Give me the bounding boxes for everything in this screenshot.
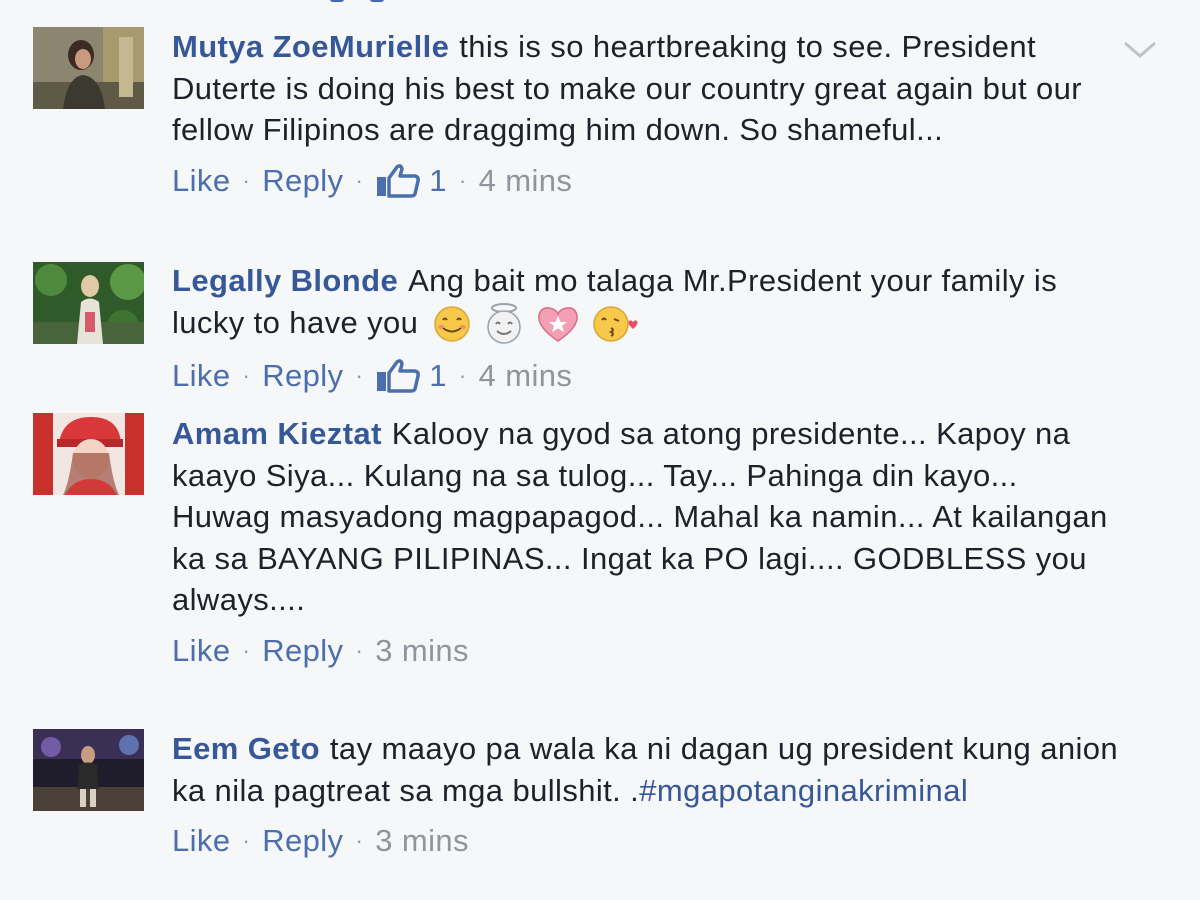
timestamp: 4 mins [478, 358, 573, 394]
separator: · [242, 637, 251, 663]
angel-face-emoji [487, 303, 522, 345]
heart-star-emoji [538, 307, 579, 343]
author-name[interactable]: Mutya ZoeMurielle [172, 29, 449, 64]
reply-link[interactable]: Reply [262, 631, 343, 671]
hashtag-link[interactable]: #mgapotanginakriminal [639, 773, 968, 808]
reaction-count[interactable]: 1 [375, 356, 447, 396]
comment-body: Mutya ZoeMurielle this is so heartbreakin… [172, 26, 1122, 201]
separator: · [458, 363, 467, 389]
chevron-down-icon[interactable] [1122, 40, 1158, 60]
comment-actions: Like · Reply · 3 mins [172, 821, 1122, 861]
comment-text: Amam Kieztat Kalooy na gyod sa atong pres… [172, 413, 1122, 621]
separator: · [242, 363, 251, 389]
author-name[interactable]: Eem Geto [172, 731, 320, 766]
comment-actions: Like · Reply · 1 · 4 mins [172, 356, 1122, 396]
reaction-count[interactable]: 1 [375, 161, 447, 201]
comment-actions: Like · Reply · 1 · 4 mins [172, 161, 1122, 201]
comment-body: Eem Geto tay maayo pa wala ka ni dagan ug… [172, 728, 1122, 861]
comment-text: Eem Geto tay maayo pa wala ka ni dagan ug… [172, 728, 1122, 811]
reaction-count-value: 1 [429, 162, 447, 198]
timestamp: 3 mins [375, 632, 469, 668]
kissing-face-emoji [593, 306, 638, 343]
timestamp: 4 mins [478, 162, 573, 198]
smiling-face-emoji [434, 306, 471, 343]
previous-comment-remnant [330, 0, 390, 4]
reply-link[interactable]: Reply [262, 821, 343, 861]
timestamp: 3 mins [375, 823, 469, 858]
thumbs-up-icon [377, 359, 421, 394]
comment-text: Mutya ZoeMurielle this is so heartbreakin… [172, 26, 1122, 151]
separator: · [355, 363, 364, 389]
like-link[interactable]: Like [172, 821, 230, 861]
like-link[interactable]: Like [172, 161, 230, 201]
comment-body: Legally Blonde Ang bait mo talaga Mr.Pres… [172, 260, 1122, 396]
separator: · [242, 828, 251, 853]
comment-text: Legally Blonde Ang bait mo talaga Mr.Pres… [172, 260, 1122, 346]
avatar[interactable] [33, 262, 144, 344]
author-name[interactable]: Legally Blonde [172, 263, 398, 298]
thumbs-up-icon [377, 163, 421, 198]
like-link[interactable]: Like [172, 631, 230, 671]
author-name[interactable]: Amam Kieztat [172, 416, 382, 451]
comment-actions: Like · Reply · 3 mins [172, 631, 1122, 671]
reply-link[interactable]: Reply [262, 356, 343, 396]
separator: · [242, 167, 251, 193]
comment-body: Amam Kieztat Kalooy na gyod sa atong pres… [172, 413, 1122, 671]
avatar[interactable] [33, 27, 144, 109]
avatar[interactable] [33, 729, 144, 811]
separator: · [458, 167, 467, 193]
like-link[interactable]: Like [172, 356, 230, 396]
separator: · [355, 828, 364, 853]
separator: · [355, 167, 364, 193]
reply-link[interactable]: Reply [262, 161, 343, 201]
avatar[interactable] [33, 413, 144, 495]
reaction-count-value: 1 [429, 358, 447, 394]
separator: · [355, 637, 364, 663]
